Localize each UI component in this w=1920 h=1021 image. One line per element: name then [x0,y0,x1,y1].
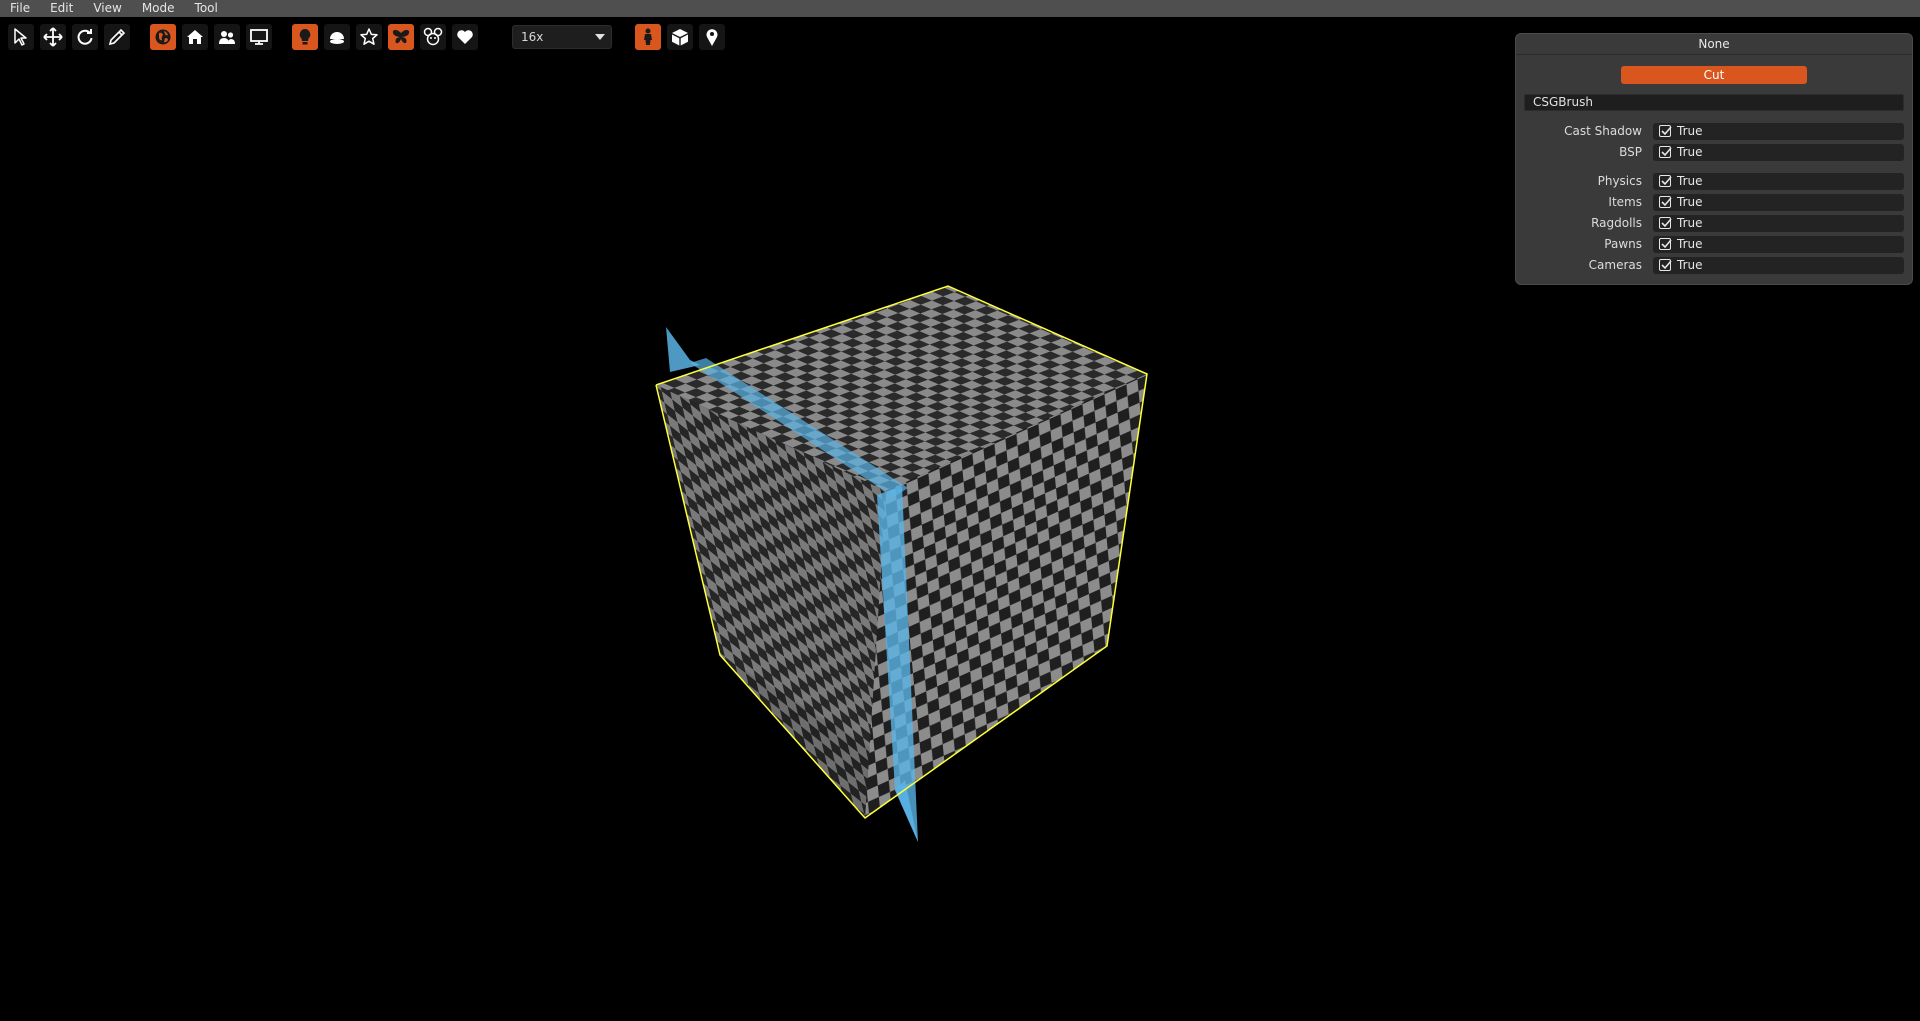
rotate-tool-button[interactable] [72,24,98,50]
property-row-cameras: Cameras True [1516,257,1912,274]
property-value-text: True [1677,145,1703,159]
zoom-dropdown[interactable]: 16x [512,25,612,49]
menu-edit[interactable]: Edit [40,0,83,17]
mouse-face-icon [423,27,443,46]
checkbox-checked-icon[interactable] [1659,146,1672,158]
star-icon [360,28,378,45]
player-button[interactable] [635,24,661,50]
lights-button[interactable] [292,24,318,50]
zoom-value: 16x [521,30,544,44]
menu-mode[interactable]: Mode [132,0,185,17]
property-value[interactable]: True [1653,123,1904,140]
users-icon [219,31,235,44]
cursor-icon [14,28,27,46]
checkbox-checked-icon[interactable] [1659,175,1672,187]
edit-tool-button[interactable] [104,24,130,50]
menu-tool[interactable]: Tool [185,0,228,17]
box-icon [672,29,688,46]
class-name-field[interactable]: CSGBrush [1524,94,1904,111]
rotate-icon [77,29,93,45]
checkbox-checked-icon[interactable] [1659,196,1672,208]
select-tool-button[interactable] [8,24,34,50]
property-value-text: True [1677,124,1703,138]
characters-button[interactable] [420,24,446,50]
property-label: Ragdolls [1591,216,1642,230]
property-value[interactable]: True [1653,257,1904,274]
menu-bar: File Edit View Mode Tool [0,0,1920,17]
property-value-text: True [1677,237,1703,251]
checkbox-checked-icon[interactable] [1659,217,1672,229]
display-button[interactable] [246,24,272,50]
butterfly-icon [392,29,410,44]
checkbox-checked-icon[interactable] [1659,238,1672,250]
world-mode-button[interactable] [150,24,176,50]
checkbox-checked-icon[interactable] [1659,259,1672,271]
favorites-button[interactable] [356,24,382,50]
property-row-cast-shadow: Cast Shadow True [1516,123,1912,140]
property-label: Items [1608,195,1642,209]
property-row-items: Items True [1516,194,1912,211]
property-row-ragdolls: Ragdolls True [1516,215,1912,232]
property-value[interactable]: True [1653,236,1904,253]
entities-button[interactable] [214,24,240,50]
chevron-down-icon [595,34,605,40]
menu-view[interactable]: View [83,0,131,17]
property-label: Pawns [1604,237,1642,251]
property-value[interactable]: True [1653,215,1904,232]
cut-button[interactable]: Cut [1621,66,1807,84]
checkbox-checked-icon[interactable] [1659,125,1672,137]
house-icon [187,30,203,44]
property-row-pawns: Pawns True [1516,236,1912,253]
pencil-icon [108,28,126,46]
property-value-text: True [1677,174,1703,188]
monitor-icon [250,29,268,45]
property-value[interactable]: True [1653,194,1904,211]
property-label: Cameras [1588,258,1642,272]
toolbar [0,20,760,54]
lightbulb-icon [299,29,311,45]
move-arrows-icon [43,27,63,47]
home-button[interactable] [182,24,208,50]
move-tool-button[interactable] [40,24,66,50]
property-value-text: True [1677,216,1703,230]
map-pin-icon [706,29,718,46]
property-value[interactable]: True [1653,173,1904,190]
property-value-text: True [1677,195,1703,209]
panel-title: None [1516,34,1912,55]
properties-panel: None Cut CSGBrush Cast Shadow True BSP T… [1515,33,1913,285]
person-icon [644,28,652,45]
objects-button[interactable] [667,24,693,50]
butterfly-button[interactable] [388,24,414,50]
sphere-button[interactable] [324,24,350,50]
menu-file[interactable]: File [0,0,40,17]
waypoint-button[interactable] [699,24,725,50]
globe-icon [155,29,171,45]
property-label: Cast Shadow [1564,124,1642,138]
property-label: Physics [1597,174,1642,188]
property-row-physics: Physics True [1516,173,1912,190]
health-button[interactable] [452,24,478,50]
property-value[interactable]: True [1653,144,1904,161]
property-label: BSP [1619,145,1642,159]
sphere-icon [330,32,344,44]
property-row-bsp: BSP True [1516,144,1912,161]
heart-icon [457,30,473,44]
property-value-text: True [1677,258,1703,272]
